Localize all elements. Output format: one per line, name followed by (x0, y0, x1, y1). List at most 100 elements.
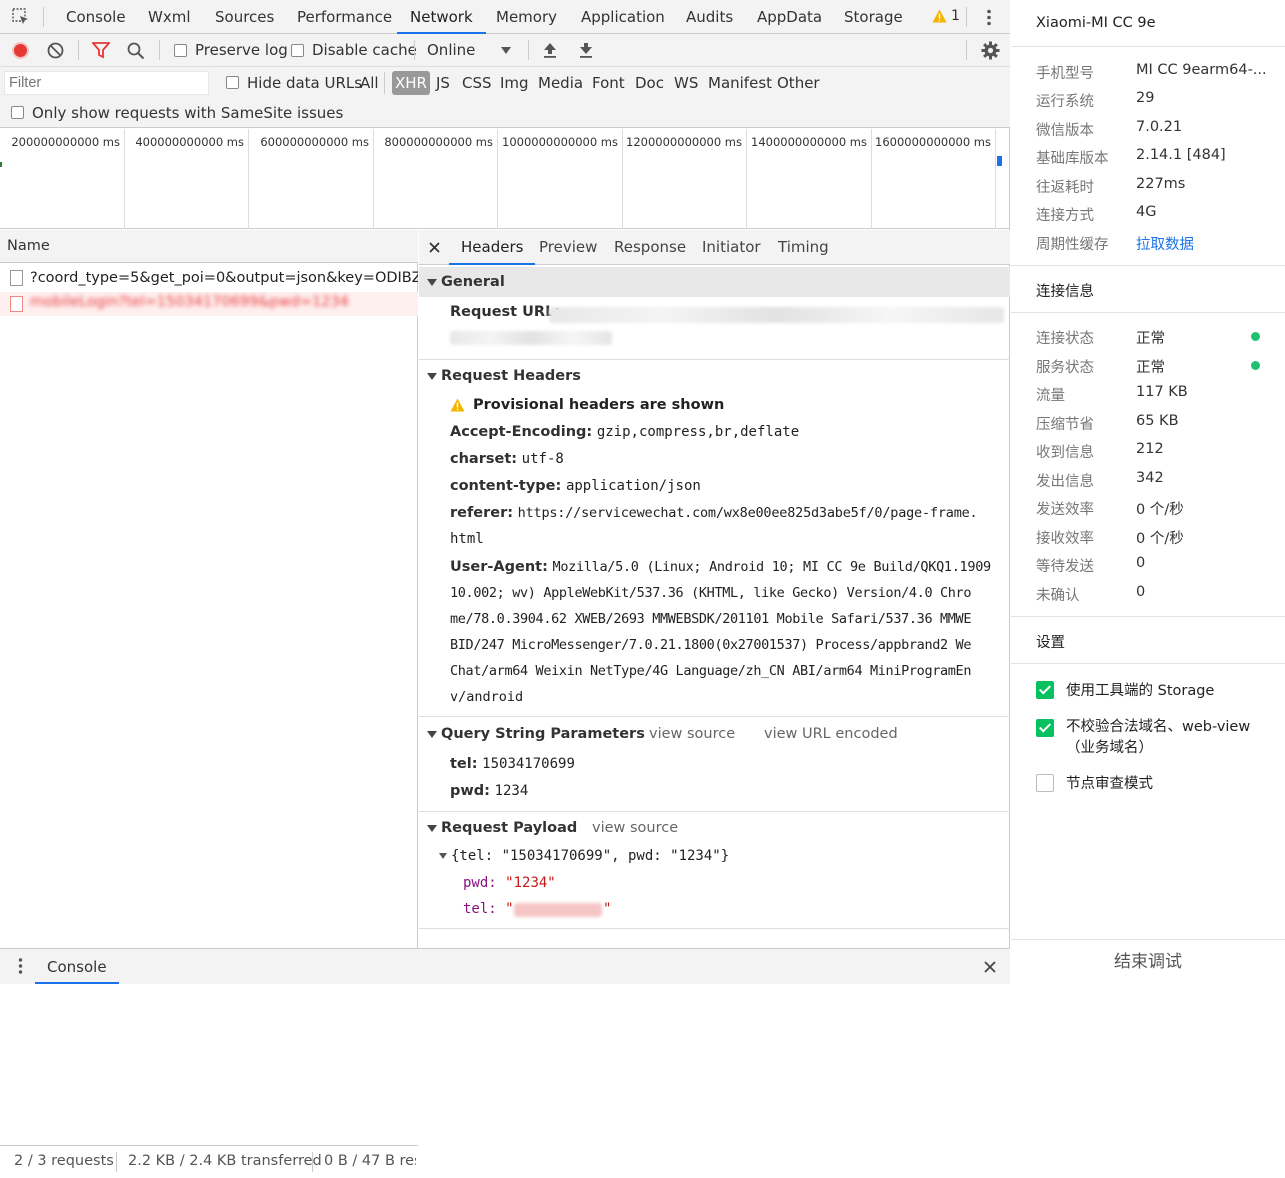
gear-icon[interactable] (981, 41, 1000, 60)
query-param-row: pwd: 1234 (450, 783, 528, 799)
use-local-storage-checkbox[interactable] (1036, 681, 1054, 699)
timeline-column: 1000000000000 ms (498, 129, 623, 229)
tab-storage[interactable]: Storage (844, 0, 903, 34)
request-headers-section-header[interactable]: Request Headers (419, 361, 1010, 391)
tab-preview[interactable]: Preview (539, 230, 597, 265)
payload-key: tel: (463, 901, 497, 917)
tab-headers[interactable]: Headers (449, 230, 536, 265)
header-value-continued: me/78.0.3904.62 XWEB/2693 MMWEBSDK/20110… (450, 611, 972, 627)
drawer-menu-icon[interactable] (18, 957, 23, 975)
type-filter-other[interactable]: Other (777, 74, 820, 92)
timeline-column: 1400000000000 ms (747, 129, 872, 229)
tab-network[interactable]: Network (397, 0, 486, 34)
conn-key: 流量 (1036, 388, 1065, 404)
node-inspect-label: 节点审查模式 (1066, 776, 1153, 792)
drawer-tab-console[interactable]: Console (35, 949, 119, 984)
provisional-headers-note: Provisional headers are shown (473, 397, 725, 413)
conn-key: 压缩节省 (1036, 417, 1094, 433)
request-detail: Headers Preview Response Initiator Timin… (419, 230, 1010, 948)
import-har-icon[interactable] (543, 42, 557, 58)
type-filter-all[interactable]: All (360, 74, 379, 92)
info-key: 往返耗时 (1036, 180, 1094, 196)
tab-memory[interactable]: Memory (496, 0, 557, 34)
info-key: 连接方式 (1036, 208, 1094, 224)
samesite-checkbox[interactable] (11, 106, 24, 119)
info-key: 手机型号 (1036, 66, 1094, 82)
type-filter-doc[interactable]: Doc (635, 74, 664, 92)
tab-sources[interactable]: Sources (215, 0, 274, 34)
timeline-overview[interactable]: 200000000000 ms 400000000000 ms 60000000… (0, 129, 1010, 229)
type-filter-manifest[interactable]: Manifest (708, 74, 772, 92)
payload-summary: {tel: "15034170699", pwd: "1234"} (451, 848, 730, 864)
request-row[interactable]: ?coord_type=5&get_poi=0&output=json&key=… (0, 266, 418, 290)
end-debug-button[interactable]: 结束调试 (1011, 940, 1285, 984)
record-button[interactable] (12, 42, 29, 59)
tab-response[interactable]: Response (614, 230, 686, 265)
type-filter-xhr[interactable]: XHR (392, 71, 430, 95)
param-value: 15034170699 (482, 756, 575, 772)
tab-wxml[interactable]: Wxml (148, 0, 191, 34)
tab-application[interactable]: Application (581, 0, 665, 34)
device-name: Xiaomi-MI CC 9e (1036, 15, 1156, 31)
header-value-continued: html (450, 531, 484, 547)
conn-key: 发送效率 (1036, 502, 1094, 518)
connection-info-title: 连接信息 (1036, 284, 1094, 300)
detail-tabbar: Headers Preview Response Initiator Timin… (419, 230, 1010, 265)
filter-input[interactable] (4, 71, 209, 95)
type-filter-ws[interactable]: WS (674, 74, 698, 92)
status-divider (312, 1152, 313, 1172)
tab-initiator[interactable]: Initiator (702, 230, 761, 265)
conn-value: 0 个/秒 (1136, 502, 1184, 518)
hide-data-urls-label: Hide data URLs (247, 74, 363, 92)
request-row-failed[interactable]: mobileLogin?tel=15034170699&pwd=1234 (0, 292, 418, 316)
type-filter-font[interactable]: Font (592, 74, 625, 92)
general-section-header[interactable]: General (419, 267, 1010, 297)
chevron-down-icon[interactable] (501, 47, 511, 54)
hide-data-urls-checkbox[interactable] (226, 76, 239, 89)
close-icon[interactable] (429, 241, 440, 253)
type-filter-css[interactable]: CSS (462, 74, 492, 92)
tab-console[interactable]: Console (66, 0, 126, 34)
expand-triangle-icon[interactable] (439, 853, 447, 859)
request-list: Name ?coord_type=5&get_poi=0&output=json… (0, 230, 418, 1178)
skip-domain-check-checkbox[interactable] (1036, 719, 1054, 737)
export-har-icon[interactable] (579, 42, 593, 58)
fetch-data-link[interactable]: 拉取数据 (1136, 233, 1194, 254)
info-value: 4G (1136, 204, 1157, 220)
search-icon[interactable] (127, 42, 145, 60)
type-filter-js[interactable]: JS (436, 74, 450, 92)
type-filter-media[interactable]: Media (538, 74, 583, 92)
node-inspect-checkbox[interactable] (1036, 774, 1054, 792)
warning-icon (450, 398, 465, 412)
tab-divider (966, 7, 967, 27)
view-source-link[interactable]: view source (649, 726, 735, 742)
disable-cache-checkbox[interactable] (291, 44, 304, 57)
conn-value: 0 (1136, 584, 1146, 600)
conn-key: 连接状态 (1036, 331, 1094, 347)
name-column-header[interactable]: Name (0, 230, 418, 263)
tab-appdata[interactable]: AppData (757, 0, 822, 34)
warning-icon[interactable] (932, 9, 947, 23)
info-key: 运行系统 (1036, 94, 1094, 110)
preserve-log-checkbox[interactable] (174, 44, 187, 57)
panel-divider (1011, 46, 1285, 47)
clear-icon[interactable] (47, 42, 64, 59)
more-options-icon[interactable] (986, 9, 992, 27)
tab-audits[interactable]: Audits (686, 0, 733, 34)
toolbar-divider (414, 40, 415, 60)
header-key: charset: (450, 451, 518, 467)
conn-key: 等待发送 (1036, 559, 1094, 575)
query-title: Query String Parameters (441, 726, 645, 742)
payload-section-header[interactable]: Request Payload (419, 813, 1010, 843)
header-value-continued: BID/247 MicroMessenger/7.0.21.1800(0x270… (450, 637, 972, 653)
view-source-link[interactable]: view source (592, 820, 678, 836)
tab-performance[interactable]: Performance (297, 0, 392, 34)
filter-icon[interactable] (91, 42, 111, 59)
close-drawer-icon[interactable] (984, 961, 996, 973)
tab-timing[interactable]: Timing (778, 230, 829, 265)
view-url-encoded-link[interactable]: view URL encoded (764, 726, 898, 742)
type-filter-img[interactable]: Img (500, 74, 529, 92)
header-key: User-Agent: (450, 559, 548, 575)
header-row: User-Agent: Mozilla/5.0 (Linux; Android … (450, 559, 991, 575)
inspect-element-icon[interactable] (12, 8, 30, 26)
